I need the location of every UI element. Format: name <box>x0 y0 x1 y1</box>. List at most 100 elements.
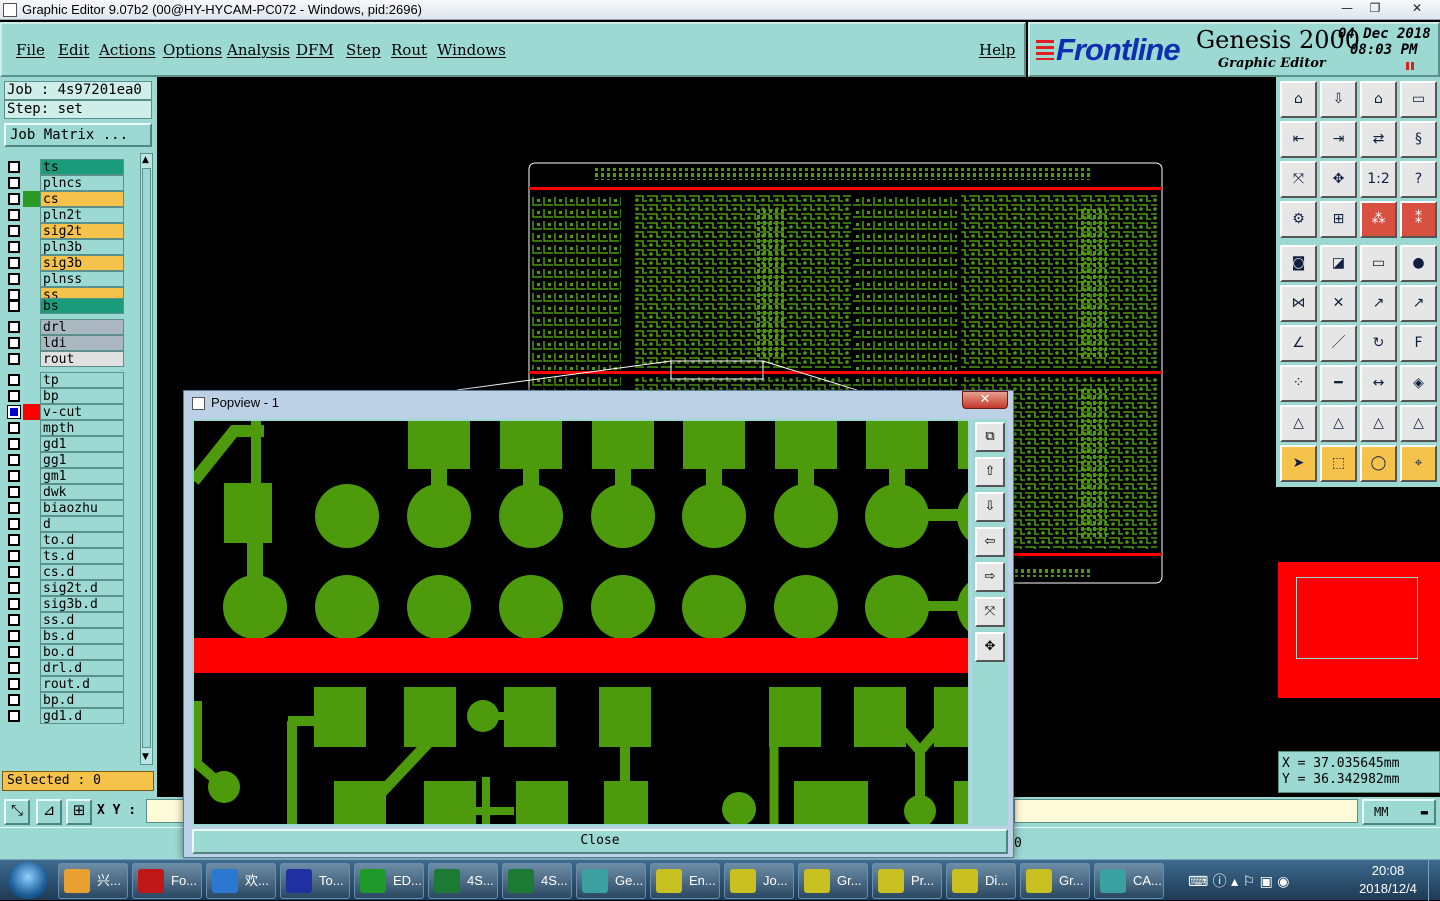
layer-display-toggle[interactable] <box>23 404 40 420</box>
taskbar-item[interactable]: To... <box>280 863 350 899</box>
zoom-home-icon[interactable]: ⌂ <box>1280 81 1317 118</box>
layer-affected-checkbox[interactable] <box>8 337 20 349</box>
text-icon[interactable]: F <box>1400 325 1437 362</box>
arc-red-icon[interactable]: ↗ <box>1360 285 1397 322</box>
popview-fit-icon[interactable]: ✥ <box>975 632 1005 662</box>
layer-display-toggle[interactable] <box>23 692 40 708</box>
layer-affected-checkbox[interactable] <box>8 353 20 365</box>
menu-file[interactable]: File <box>16 41 45 59</box>
layer-name[interactable]: cs <box>40 191 124 207</box>
taskbar-item[interactable]: Gr... <box>1020 863 1090 899</box>
scroll-down-icon[interactable]: ▼ <box>142 753 151 762</box>
pan-right-icon[interactable]: ⇥ <box>1320 121 1357 158</box>
layer-affected-checkbox[interactable] <box>8 209 20 221</box>
layer-display-toggle[interactable] <box>23 580 40 596</box>
layer-display-toggle[interactable] <box>23 351 40 367</box>
pad-feature-icon[interactable]: ◙ <box>1280 245 1317 282</box>
layer-row-sig2t[interactable]: sig2t <box>6 223 124 239</box>
layer-name[interactable]: ts <box>40 159 124 175</box>
s-curve-icon[interactable]: § <box>1400 121 1437 158</box>
layer-row-gg1[interactable]: gg1 <box>6 452 124 468</box>
popview-close-button[interactable]: Close <box>192 829 1008 854</box>
layer-affected-checkbox[interactable] <box>8 273 20 285</box>
layer-name[interactable]: rout.d <box>40 676 124 692</box>
taskbar-item[interactable]: Gr... <box>798 863 868 899</box>
layer-affected-checkbox[interactable] <box>8 566 20 578</box>
layer-affected-checkbox[interactable] <box>8 422 20 434</box>
clock-time[interactable]: 20:08 <box>1356 863 1420 878</box>
layer-row-gd1-d[interactable]: gd1.d <box>6 708 124 724</box>
menu-analysis[interactable]: Analysis <box>227 41 290 59</box>
layer-name[interactable]: gd1.d <box>40 708 124 724</box>
layer-name[interactable]: ldi <box>40 335 124 351</box>
layer-name[interactable]: rout <box>40 351 124 367</box>
popview-zoom-out-icon[interactable]: ⤧ <box>975 597 1005 627</box>
xy-input[interactable] <box>146 799 186 823</box>
measure-box-icon[interactable]: ↔ <box>1360 365 1397 402</box>
layer-name[interactable]: d <box>40 516 124 532</box>
layer-row-tp[interactable]: tp <box>6 372 124 388</box>
units-select[interactable]: MM ▬ <box>1362 799 1436 825</box>
scroll-up-icon[interactable]: ▲ <box>142 156 151 165</box>
taskbar-item[interactable]: Fo... <box>132 863 202 899</box>
taskbar-item[interactable]: Jo... <box>724 863 794 899</box>
layer-name[interactable]: dwk <box>40 484 124 500</box>
restore-icon[interactable]: ❐ <box>1362 0 1388 17</box>
start-button[interactable] <box>8 862 48 899</box>
layer-affected-checkbox[interactable] <box>8 678 20 690</box>
taskbar-item[interactable]: En... <box>650 863 720 899</box>
layer-name[interactable]: ss.d <box>40 612 124 628</box>
menu-step[interactable]: Step <box>346 41 381 59</box>
layer-display-toggle[interactable] <box>23 191 40 207</box>
layer-display-toggle[interactable] <box>23 159 40 175</box>
menu-windows[interactable]: Windows <box>437 41 506 59</box>
layer-affected-checkbox[interactable] <box>8 257 20 269</box>
layer-display-toggle[interactable] <box>23 708 40 724</box>
scale-1-2-icon[interactable]: 1:2 <box>1360 161 1397 198</box>
menu-help[interactable]: Help <box>979 41 1015 59</box>
zoom-fit-icon[interactable]: ⤡ <box>4 799 30 825</box>
layer-display-toggle[interactable] <box>23 271 40 287</box>
layer-row-rout[interactable]: rout <box>6 351 124 367</box>
pause-icon[interactable] <box>1406 62 1414 70</box>
layer-display-toggle[interactable] <box>23 564 40 580</box>
layer-affected-checkbox[interactable] <box>8 598 20 610</box>
layer-affected-checkbox[interactable] <box>7 405 21 419</box>
minimize-icon[interactable]: — <box>1334 0 1360 17</box>
layer-affected-checkbox[interactable] <box>8 374 20 386</box>
navigator-viewport[interactable] <box>1296 577 1418 659</box>
layer-affected-checkbox[interactable] <box>8 438 20 450</box>
layer-display-toggle[interactable] <box>23 612 40 628</box>
layer-name[interactable]: mpth <box>40 420 124 436</box>
layer-display-toggle[interactable] <box>23 468 40 484</box>
layer-row-sig2t-d[interactable]: sig2t.d <box>6 580 124 596</box>
shapes-icon[interactable]: ◈ <box>1400 365 1437 402</box>
layer-affected-checkbox[interactable] <box>8 177 20 189</box>
triangle-b-icon[interactable]: △ <box>1320 405 1357 442</box>
taskbar-item[interactable]: 欢... <box>206 863 276 899</box>
layer-affected-checkbox[interactable] <box>8 694 20 706</box>
layer-display-toggle[interactable] <box>23 596 40 612</box>
layer-display-toggle[interactable] <box>23 255 40 271</box>
layer-row-bo-d[interactable]: bo.d <box>6 644 124 660</box>
layer-name[interactable]: sig3b.d <box>40 596 124 612</box>
layer-affected-checkbox[interactable] <box>8 518 20 530</box>
layer-row-rout-d[interactable]: rout.d <box>6 676 124 692</box>
line-color-icon[interactable]: ◪ <box>1320 245 1357 282</box>
layer-name[interactable]: gg1 <box>40 452 124 468</box>
layer-row-dwk[interactable]: dwk <box>6 484 124 500</box>
menu-actions[interactable]: Actions <box>99 41 155 59</box>
clock-date[interactable]: 2018/12/4 <box>1356 881 1420 896</box>
layer-display-toggle[interactable] <box>23 239 40 255</box>
taskbar-item[interactable]: ED... <box>354 863 424 899</box>
layer-name[interactable]: ts.d <box>40 548 124 564</box>
layer-affected-checkbox[interactable] <box>8 390 20 402</box>
tray-icons[interactable]: ⌨ ⓘ ▴ ⚐ ▣ ◉ <box>1188 871 1289 891</box>
layer-name[interactable]: cs.d <box>40 564 124 580</box>
layer-display-toggle[interactable] <box>23 676 40 692</box>
menu-rout[interactable]: Rout <box>391 41 427 59</box>
layer-name[interactable]: biaozhu <box>40 500 124 516</box>
select-arrow-icon[interactable]: ➤ <box>1280 445 1317 482</box>
grid-icon[interactable]: ⊞ <box>1320 201 1357 238</box>
layer-name[interactable]: sig3b <box>40 255 124 271</box>
